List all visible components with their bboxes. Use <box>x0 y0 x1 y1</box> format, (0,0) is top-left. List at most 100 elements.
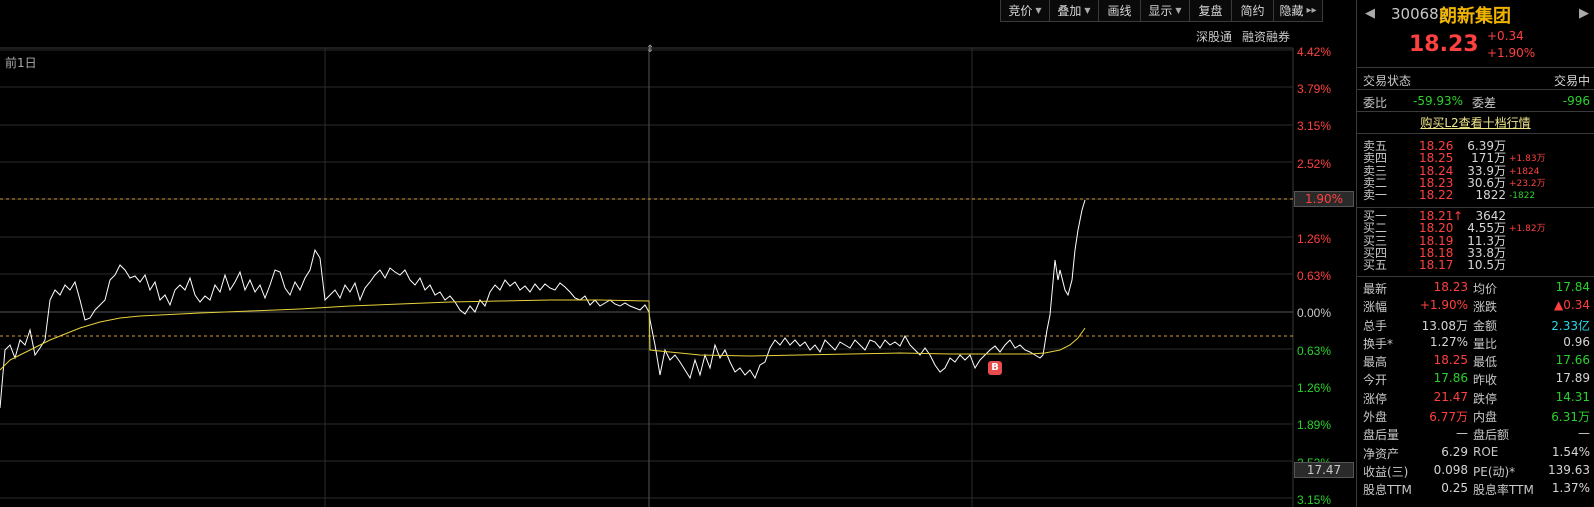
display-button[interactable]: 显示 ▼ <box>1140 0 1190 22</box>
up-arrow-icon: ↑ <box>1453 209 1464 223</box>
front-day-label: 前1日 <box>5 56 37 70</box>
stats-row: 盘后量 — 盘后额 — <box>1363 426 1590 443</box>
stats-row: 今开 17.86 昨收 17.89 <box>1363 371 1590 388</box>
order-diff-value: -996 <box>1562 94 1590 108</box>
bid-button[interactable]: 竞价 ▼ <box>1000 0 1050 22</box>
ask-book: 卖五 18.26 6.39万卖四 18.25 171万 +1.83万卖三 18.24 33.9… <box>1357 134 1594 208</box>
bid-row[interactable]: 买五 18.17 10.5万 <box>1357 259 1594 271</box>
stats-row: 外盘 6.77万 内盘 6.31万 <box>1363 410 1590 425</box>
order-ratio-value: -59.93% <box>1413 94 1464 108</box>
ask-delta: +23.2万 <box>1509 178 1546 189</box>
price-change-pct: +1.90% <box>1487 46 1536 60</box>
ask-volume: 33.9万 <box>1467 163 1506 178</box>
buy-signal-marker[interactable]: B <box>988 361 1002 375</box>
y-tick-label: 3.79% <box>1297 82 1332 96</box>
ask-delta: +1.83万 <box>1509 154 1546 165</box>
bid-volume: 10.5万 <box>1467 258 1506 273</box>
y-tick-label: 1.89% <box>1297 418 1332 432</box>
bid-volume: 3642 <box>1475 209 1506 223</box>
bid-label: 买二 <box>1363 221 1388 236</box>
hide-button[interactable]: 隐藏 ▸▸ <box>1273 0 1323 22</box>
ask-row[interactable]: 卖一 18.22 1822 -1822 <box>1357 189 1594 201</box>
ask-volume: 171万 <box>1471 151 1506 166</box>
stats-row: 最新 18.23 均价 17.84 <box>1363 280 1590 296</box>
ask-price: 18.23 <box>1419 175 1454 190</box>
sgt-link[interactable]: 深股通 <box>1196 28 1232 45</box>
prev-stock-icon[interactable]: ◀ <box>1365 6 1375 21</box>
y-tick-label: 1.26% <box>1297 232 1332 246</box>
trade-status-value: 交易中 <box>1553 74 1590 88</box>
cursor-price-tag: 17.47 <box>1294 462 1354 478</box>
ask-label: 卖三 <box>1363 163 1388 178</box>
ask-label: 卖四 <box>1363 151 1388 166</box>
ask-volume: 1822 <box>1475 188 1506 203</box>
ask-label: 卖一 <box>1363 188 1388 203</box>
stats-table: 最新 18.23 均价 17.84 涨幅 +1.90% 涨跌 ▲0.34 总手 13.08万 金额 2… <box>1357 277 1594 499</box>
replay-button[interactable]: 复盘 <box>1189 0 1232 22</box>
ask-volume: 6.39万 <box>1467 139 1506 153</box>
bid-volume: 11.3万 <box>1467 233 1506 248</box>
bid-book: 买一 18.21 3642 ↑ 买二 18.20 4.55万 +1.82万买三 18.19 11.… <box>1357 208 1594 277</box>
bid-price: 18.21 <box>1419 209 1454 223</box>
last-price: 18.23 <box>1409 32 1479 57</box>
stats-row: 总手 13.08万 金额 2.33亿 <box>1363 318 1590 333</box>
overlay-button[interactable]: 叠加 ▼ <box>1049 0 1099 22</box>
order-ratio-row: 委比 -59.93% 委差 -996 <box>1357 90 1594 112</box>
stats-row: 换手* 1.27% 量比 0.96 <box>1363 334 1590 351</box>
bid-label: 买一 <box>1363 209 1388 223</box>
y-tick-label: 4.42% <box>1297 45 1332 59</box>
next-stock-icon[interactable]: ▶ <box>1579 6 1589 21</box>
intraday-chart[interactable]: ⇕ 前1日 4.42% 3.79% 3.15% 2.52% 1.90% 1.26% 0.63… <box>0 0 1356 507</box>
current-pct-tag: 1.90% <box>1294 191 1354 207</box>
quote-panel: ◀ ▶ 300682 朗新集团 18.23 +0.34 +1.90% 交易状态 … <box>1356 0 1594 507</box>
y-tick-label: 1.26% <box>1297 381 1332 395</box>
caret-down-icon: ▼ <box>1084 6 1091 15</box>
ask-price: 18.24 <box>1419 163 1454 178</box>
y-tick-label: 0.00% <box>1297 306 1332 320</box>
caret-down-icon: ▼ <box>1035 6 1042 15</box>
stats-row: 净资产 6.29 ROE 1.54% <box>1363 444 1590 461</box>
sub-links: 深股通 融资融券 <box>1196 28 1290 45</box>
bid-delta: +1.82万 <box>1509 224 1546 235</box>
y-tick-label: 2.52% <box>1297 157 1332 171</box>
divider-handle-icon: ⇕ <box>646 44 654 55</box>
price-change: +0.34 <box>1487 29 1524 43</box>
ask-label: 卖二 <box>1363 175 1388 190</box>
y-tick-label: 3.15% <box>1297 493 1332 507</box>
margin-link[interactable]: 融资融券 <box>1242 28 1290 45</box>
ask-delta: +1824 <box>1509 166 1540 177</box>
bid-price: 18.17 <box>1419 258 1454 273</box>
ask-row[interactable]: 卖四 18.25 171万 +1.83万 <box>1357 152 1594 164</box>
ask-price: 18.22 <box>1419 188 1454 203</box>
bid-row[interactable]: 买二 18.20 4.55万 +1.82万 <box>1357 222 1594 234</box>
stats-row: 股息TTM 0.25 股息率TTM 1.37% <box>1363 481 1590 498</box>
ask-delta: -1822 <box>1509 191 1536 202</box>
double-right-icon: ▸▸ <box>1306 5 1317 16</box>
draw-button[interactable]: 画线 <box>1098 0 1141 22</box>
simple-button[interactable]: 简约 <box>1231 0 1274 22</box>
stock-name: 朗新集团 <box>1439 6 1511 27</box>
ask-label: 卖五 <box>1363 139 1388 153</box>
y-tick-label: 0.63% <box>1297 269 1332 283</box>
ask-volume: 30.6万 <box>1467 175 1506 190</box>
price-line <box>0 199 1086 409</box>
stats-row: 涨停 21.47 跌停 14.31 <box>1363 389 1590 406</box>
bid-price: 18.18 <box>1419 245 1454 260</box>
bid-label: 买四 <box>1363 245 1388 260</box>
y-tick-label: 0.63% <box>1297 344 1332 358</box>
bid-label: 买三 <box>1363 233 1388 248</box>
buy-l2-link[interactable]: 购买L2查看十档行情 <box>1357 112 1594 134</box>
bid-price: 18.19 <box>1419 233 1454 248</box>
stats-row: 涨幅 +1.90% 涨跌 ▲0.34 <box>1363 298 1590 315</box>
stats-row: 最高 18.25 最低 17.66 <box>1363 353 1590 370</box>
average-price-line <box>0 299 1086 371</box>
y-tick-label: 3.15% <box>1297 119 1332 133</box>
chart-toolbar: 竞价 ▼ 叠加 ▼ 画线 显示 ▼ 复盘 简约 隐藏 ▸▸ <box>1000 0 1355 22</box>
bid-price: 18.20 <box>1419 221 1454 236</box>
stats-row: 收益(三) 0.098 PE(动)* 139.63 <box>1363 462 1590 479</box>
ask-price: 18.26 <box>1419 139 1454 153</box>
chart-canvas[interactable]: ⇕ <box>0 0 1356 507</box>
trade-status-row: 交易状态 交易中 <box>1357 68 1594 90</box>
bid-volume: 4.55万 <box>1467 221 1506 236</box>
ask-price: 18.25 <box>1419 151 1454 166</box>
